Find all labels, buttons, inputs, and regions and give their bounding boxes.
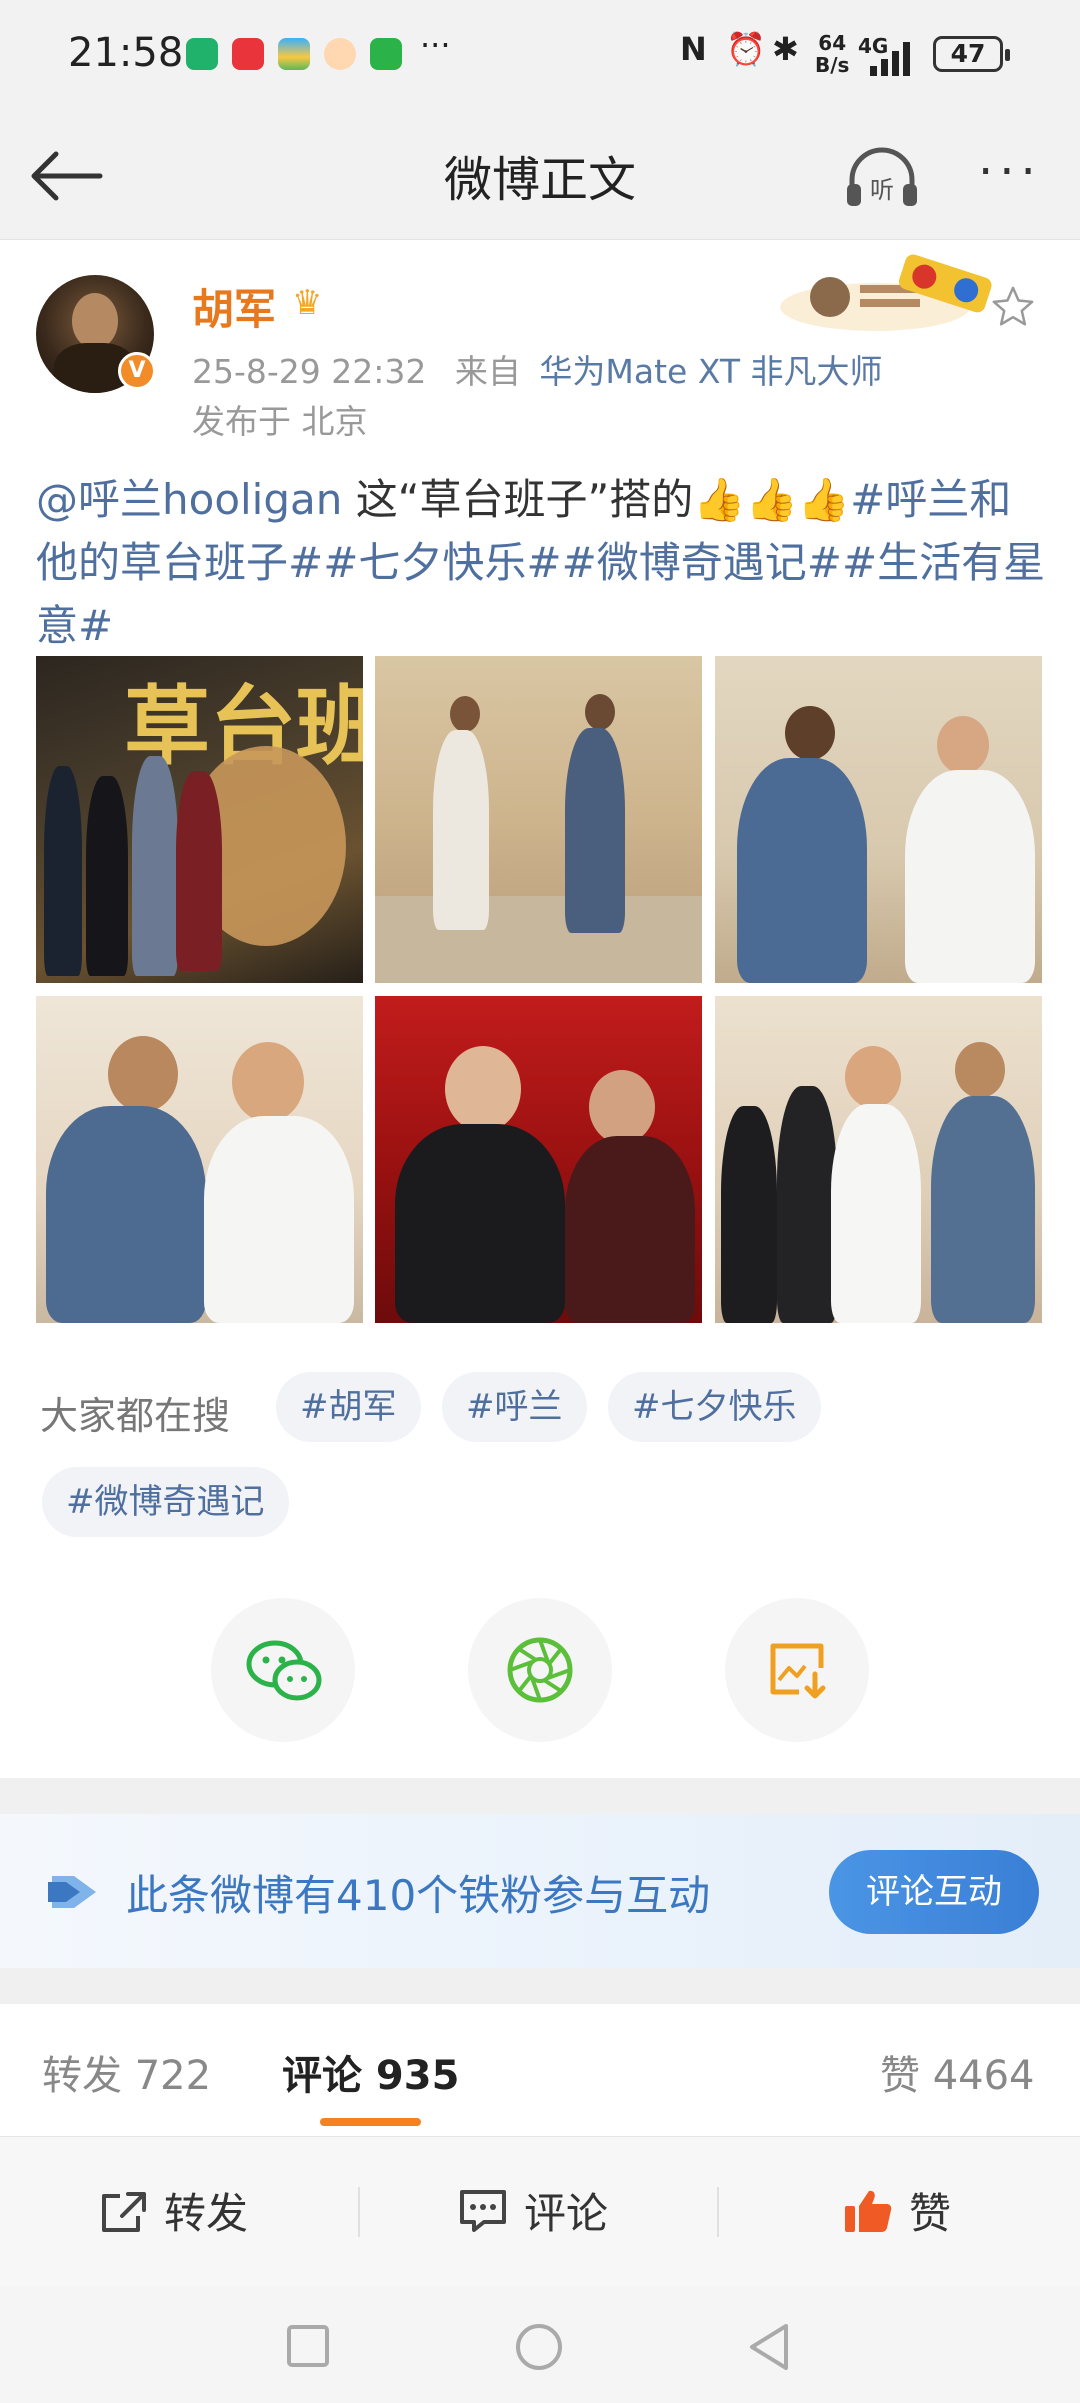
like-button[interactable]: 赞 — [843, 2180, 951, 2241]
fan-arrow-icon — [48, 1876, 96, 1908]
thumbs-up-icon — [845, 2190, 892, 2232]
app-notification-icon — [186, 38, 218, 70]
post-meta: 25-8-29 22:32 来自 华为Mate XT 非凡大师 — [192, 345, 883, 393]
verified-badge: V — [118, 352, 156, 390]
post-location: 发布于 北京 — [192, 402, 368, 441]
comment-icon — [460, 2190, 506, 2232]
home-icon[interactable] — [514, 2322, 564, 2372]
save-image-button[interactable] — [725, 1598, 869, 1742]
post-photo-3[interactable] — [715, 656, 1042, 983]
search-tag[interactable]: #胡军 — [276, 1372, 421, 1442]
nfc-icon: N — [680, 30, 707, 68]
comment-label: 评论 — [524, 2189, 609, 2238]
star-favorite-icon[interactable] — [990, 284, 1036, 330]
repost-icon — [102, 2192, 146, 2232]
moments-icon — [507, 1637, 573, 1703]
back-nav-icon[interactable] — [746, 2322, 790, 2372]
action-divider — [717, 2187, 719, 2237]
net-speed-value: 64 — [818, 31, 847, 55]
repost-label: 转发 — [164, 2189, 249, 2238]
active-tab-indicator — [320, 2118, 421, 2126]
save-image-icon — [770, 1643, 826, 1699]
status-bar: 21:58 ··· N ⏰ ✱ 64 B/s 4G 47 — [0, 0, 1080, 110]
post-photo-5[interactable] — [375, 996, 702, 1323]
search-tag[interactable]: #七夕快乐 — [608, 1372, 821, 1442]
weibo-notification-icon — [324, 38, 356, 70]
page-title: 微博正文 — [443, 152, 636, 208]
post-photo-2[interactable] — [375, 656, 702, 983]
comment-interact-button[interactable]: 评论互动 — [829, 1850, 1039, 1934]
repost-button[interactable]: 转发 — [98, 2180, 248, 2241]
signal-icon — [870, 42, 910, 76]
app-notification-icon — [278, 38, 310, 70]
section-divider — [0, 1778, 1080, 1814]
status-time: 21:58 — [68, 30, 184, 76]
search-tag[interactable]: #微博奇遇记 — [42, 1467, 289, 1537]
share-wechat-button[interactable] — [211, 1598, 355, 1742]
battery-indicator: 47 — [933, 36, 1010, 72]
net-speed: 64 B/s — [815, 32, 849, 76]
alarm-icon: ⏰ — [726, 30, 766, 68]
post-photo-4[interactable] — [36, 996, 363, 1323]
decoration-badge-icon — [780, 254, 992, 331]
app-notification-icon — [232, 38, 264, 70]
fan-interaction-text: 此条微博有410个铁粉参与互动 — [126, 1871, 711, 1920]
action-divider — [358, 2187, 360, 2237]
thumbs-up-emoji: 👍👍👍 — [693, 475, 851, 524]
search-tag[interactable]: #呼兰 — [442, 1372, 587, 1442]
like-label: 赞 — [909, 2189, 952, 2238]
source-prefix: 来自 — [454, 352, 521, 391]
bluetooth-icon: ✱ — [772, 30, 799, 68]
section-divider — [0, 1968, 1080, 2004]
recent-apps-icon[interactable] — [286, 2324, 330, 2368]
post-text: @呼兰hooligan 这“草台班子”搭的👍👍👍#呼兰和他的草台班子##七夕快乐… — [36, 468, 1046, 657]
user-name[interactable]: 胡军 — [192, 276, 276, 337]
post-photo-6[interactable] — [715, 996, 1042, 1323]
mention-link[interactable]: @呼兰hooligan — [36, 475, 342, 524]
post-source[interactable]: 华为Mate XT 非凡大师 — [539, 352, 882, 391]
tab-repost[interactable]: 转发 722 — [42, 2043, 211, 2101]
tab-comment[interactable]: 评论 935 — [282, 2043, 459, 2101]
comment-button[interactable]: 评论 — [458, 2180, 608, 2241]
net-speed-unit: B/s — [815, 53, 850, 77]
trending-search-label: 大家都在搜 — [40, 1394, 231, 1438]
share-moments-button[interactable] — [468, 1598, 612, 1742]
post-photo-1[interactable]: 草台班 — [36, 656, 363, 983]
crown-icon: ♛ — [292, 283, 323, 323]
post-date: 25-8-29 22:32 — [192, 352, 427, 391]
more-notifications-icon: ··· — [420, 26, 451, 64]
tab-like[interactable]: 赞 4464 — [880, 2043, 1035, 2101]
post-body-text: 这“草台班子”搭的 — [342, 475, 694, 524]
wechat-icon — [246, 1640, 322, 1701]
system-nav-bar — [0, 2286, 1080, 2403]
wechat-notification-icon — [370, 38, 402, 70]
